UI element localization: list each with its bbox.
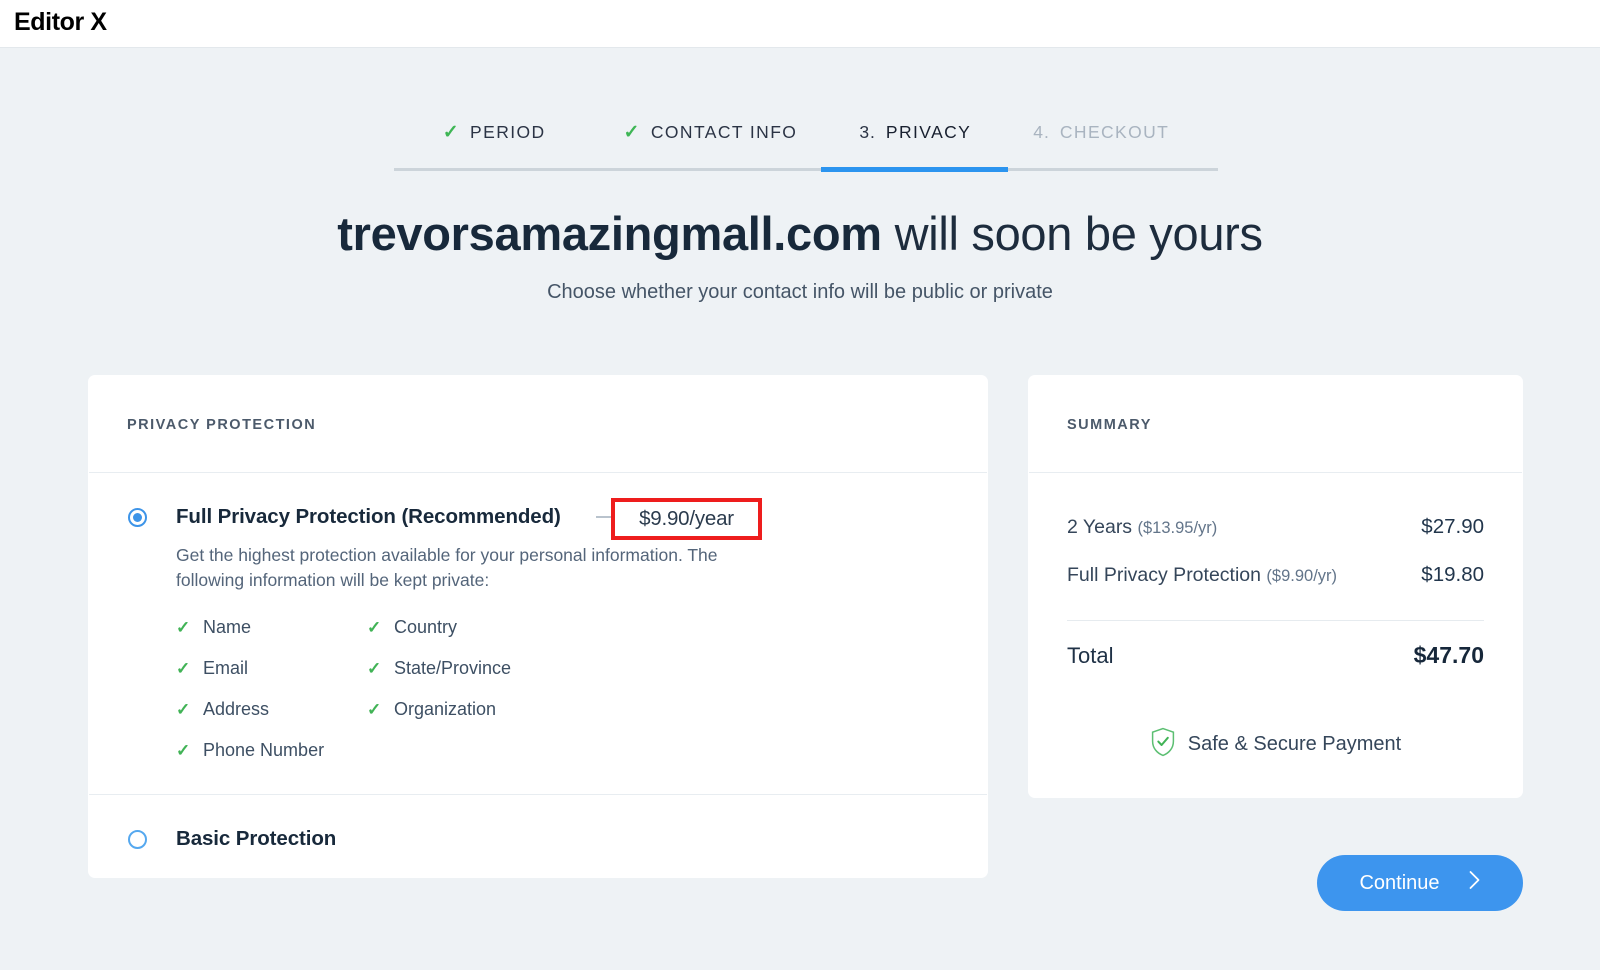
radio-basic-protection[interactable] <box>128 830 147 849</box>
check-icon: ✓ <box>367 659 382 678</box>
privacy-card-title: PRIVACY PROTECTION <box>127 417 317 433</box>
feature-label: Country <box>394 617 458 637</box>
feature-label: Phone Number <box>203 740 325 760</box>
summary-period-rate: ($13.95/yr) <box>1137 519 1218 537</box>
summary-period-amount: $27.90 <box>1421 515 1484 538</box>
summary-card: SUMMARY 2 Years ($13.95/yr) $27.90 Full … <box>1028 375 1523 798</box>
summary-rows: 2 Years ($13.95/yr) $27.90 Full Privacy … <box>1067 515 1484 669</box>
list-item: ✓ Phone Number <box>176 730 324 771</box>
privacy-feature-column-left: ✓ Name ✓ Email ✓ Address ✓ Phone Number <box>176 607 324 771</box>
check-icon: ✓ <box>367 700 382 719</box>
summary-period-label: 2 Years <box>1067 516 1133 538</box>
continue-button-label: Continue <box>1359 871 1440 894</box>
check-icon: ✓ <box>442 121 461 143</box>
feature-label: Name <box>203 617 252 637</box>
privacy-option-divider <box>89 794 987 795</box>
shield-check-icon <box>1150 727 1176 762</box>
radio-full-privacy-protection[interactable] <box>128 508 147 527</box>
top-bar: Editor X <box>0 0 1600 48</box>
check-icon: ✓ <box>176 741 191 760</box>
summary-total-divider <box>1067 620 1484 621</box>
summary-total-amount: $47.70 <box>1413 642 1484 668</box>
step-period-label: PERIOD <box>470 121 546 142</box>
summary-total-row: Total $47.70 <box>1067 642 1484 669</box>
summary-total-label: Total <box>1067 643 1114 668</box>
page-subtitle: Choose whether your contact info will be… <box>547 281 1053 303</box>
brand-logo[interactable]: Editor X <box>14 8 107 37</box>
summary-row-label: 2 Years ($13.95/yr) <box>1067 516 1217 539</box>
step-contact-info[interactable]: ✓ CONTACT INFO <box>624 122 798 143</box>
check-icon: ✓ <box>176 659 191 678</box>
secure-payment-text: Safe & Secure Payment <box>1187 733 1402 755</box>
step-nav-active-indicator <box>821 167 1008 172</box>
domain-name: trevorsamazingmall.com <box>337 207 882 260</box>
full-privacy-price: $9.90/year <box>639 507 734 530</box>
summary-privacy-label: Full Privacy Protection <box>1067 564 1261 586</box>
list-item: ✓ Country <box>367 607 511 648</box>
list-item: ✓ Address <box>176 689 324 730</box>
full-privacy-protection-label[interactable]: Full Privacy Protection (Recommended) <box>176 505 561 529</box>
step-privacy[interactable]: 3. PRIVACY <box>859 122 971 143</box>
price-dash-separator <box>596 516 611 518</box>
summary-card-title: SUMMARY <box>1067 417 1152 433</box>
step-checkout[interactable]: 4. CHECKOUT <box>1033 122 1169 143</box>
feature-label: Address <box>203 699 270 719</box>
list-item: ✓ State/Province <box>367 648 511 689</box>
step-privacy-number: 3. <box>859 121 876 142</box>
privacy-feature-column-right: ✓ Country ✓ State/Province ✓ Organizatio… <box>367 607 511 730</box>
step-period[interactable]: ✓ PERIOD <box>443 122 546 143</box>
list-item: ✓ Email <box>176 648 324 689</box>
summary-privacy-rate: ($9.90/yr) <box>1266 567 1338 585</box>
step-checkout-number: 4. <box>1033 121 1050 142</box>
step-contact-info-label: CONTACT INFO <box>650 121 798 142</box>
check-icon: ✓ <box>176 618 191 637</box>
headline-suffix: will soon be yours <box>881 207 1263 260</box>
feature-label: Organization <box>394 699 497 719</box>
check-icon: ✓ <box>367 618 382 637</box>
page-title: trevorsamazingmall.com will soon be your… <box>0 208 1600 260</box>
check-icon: ✓ <box>176 700 191 719</box>
summary-row-privacy: Full Privacy Protection ($9.90/yr) $19.8… <box>1067 563 1484 611</box>
full-privacy-description: Get the highest protection available for… <box>176 545 718 591</box>
continue-button[interactable]: Continue <box>1317 855 1523 911</box>
step-checkout-label: CHECKOUT <box>1059 121 1170 142</box>
summary-row-period: 2 Years ($13.95/yr) $27.90 <box>1067 515 1484 563</box>
privacy-card-header-divider <box>89 472 987 473</box>
list-item: ✓ Name <box>176 607 324 648</box>
summary-card-header-divider <box>1029 472 1522 473</box>
check-icon: ✓ <box>623 121 641 143</box>
chevron-right-icon <box>1468 870 1481 896</box>
summary-privacy-amount: $19.80 <box>1421 563 1484 586</box>
step-nav-rule <box>394 167 1218 172</box>
step-nav-row: ✓ PERIOD ✓ CONTACT INFO 3. PRIVACY 4. CH… <box>394 110 1218 154</box>
step-privacy-label: PRIVACY <box>885 121 972 142</box>
full-privacy-price-highlight: $9.90/year <box>611 498 762 540</box>
checkout-step-nav: ✓ PERIOD ✓ CONTACT INFO 3. PRIVACY 4. CH… <box>394 110 1218 172</box>
list-item: ✓ Organization <box>367 689 511 730</box>
secure-payment-badge: Safe & Secure Payment <box>1028 727 1523 762</box>
feature-label: Email <box>203 658 249 678</box>
basic-protection-label[interactable]: Basic Protection <box>176 827 336 851</box>
feature-label: State/Province <box>394 658 512 678</box>
summary-row-label: Full Privacy Protection ($9.90/yr) <box>1067 564 1337 587</box>
